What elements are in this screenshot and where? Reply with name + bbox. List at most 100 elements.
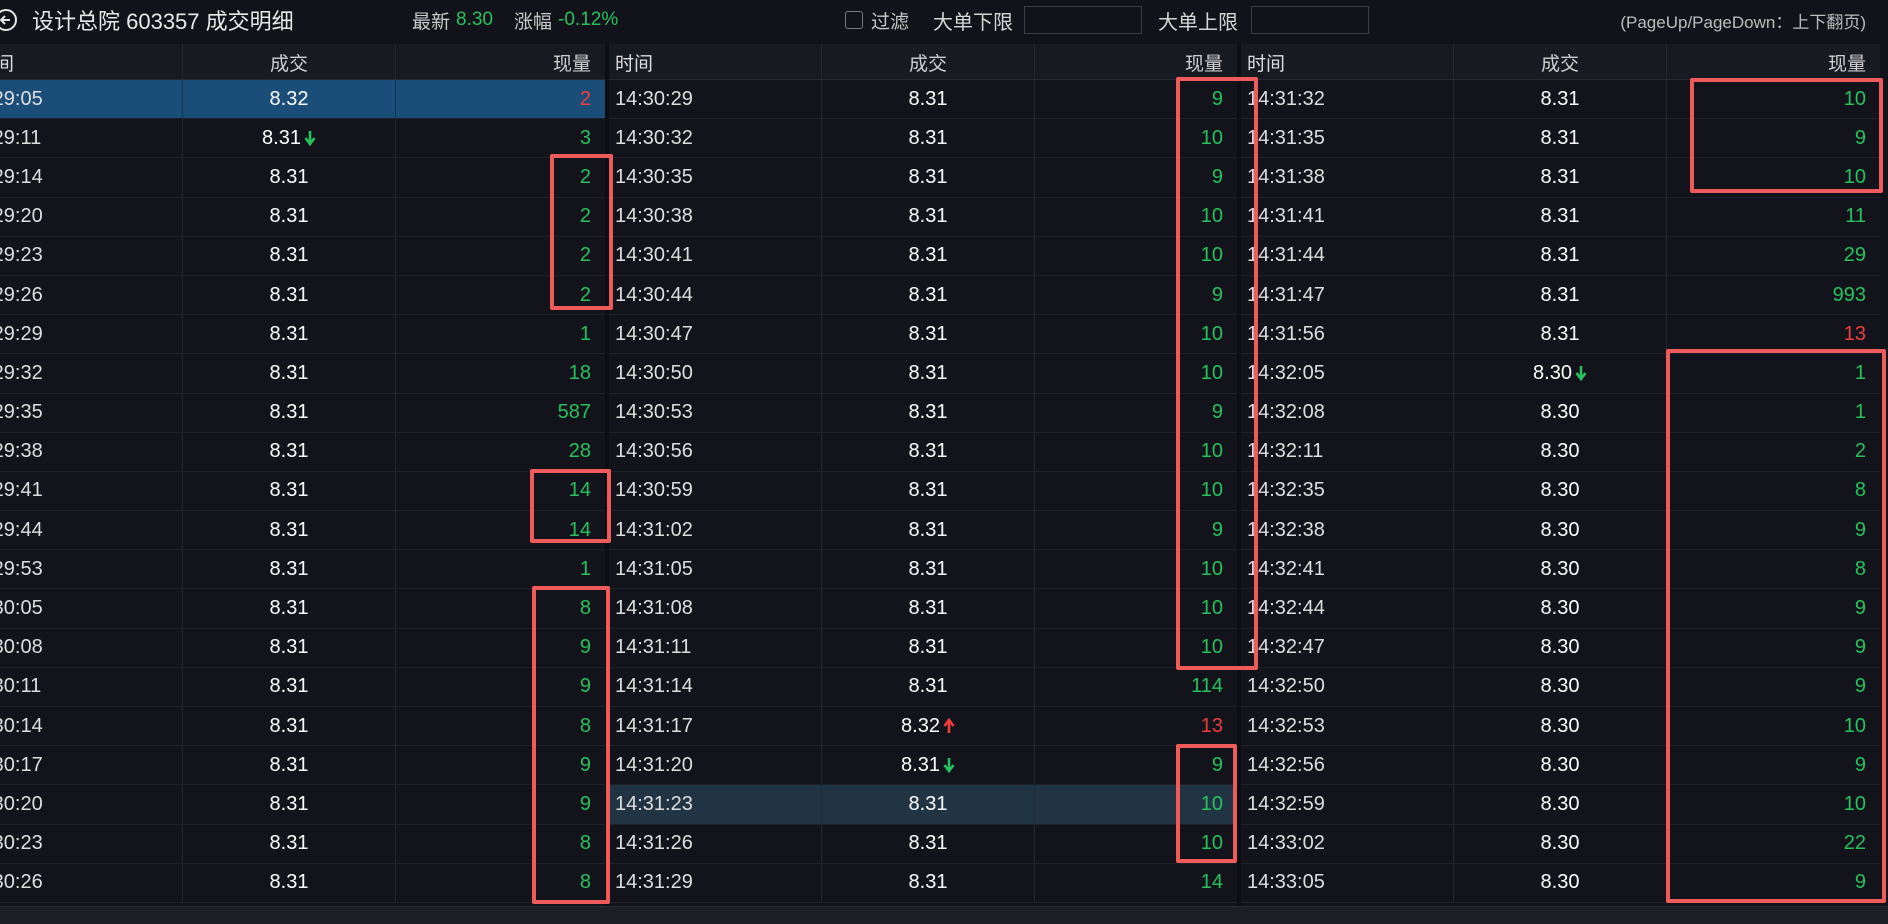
- trade-row[interactable]: 4:30:23 8.31 8: [0, 824, 605, 864]
- trade-row[interactable]: 14:30:41 8.31 10: [609, 236, 1237, 276]
- back-arrow-icon[interactable]: [0, 0, 20, 40]
- col-header-volume[interactable]: 现量: [1035, 44, 1237, 80]
- trade-volume: 10: [1200, 322, 1223, 345]
- trade-row[interactable]: 4:29:41 8.31 14: [0, 471, 605, 512]
- trade-row[interactable]: 14:31:08 8.31 10: [609, 589, 1237, 629]
- trade-row[interactable]: 14:31:35 8.31 9: [1241, 119, 1880, 159]
- trade-row[interactable]: 14:30:59 8.31 10: [609, 471, 1237, 512]
- trade-row[interactable]: 14:31:38 8.31 10: [1241, 158, 1880, 198]
- trade-row[interactable]: 14:30:47 8.31 10: [609, 315, 1237, 355]
- trade-row[interactable]: 14:31:11 8.31 10: [609, 628, 1237, 668]
- trade-row[interactable]: 14:31:23 8.31 10: [609, 785, 1237, 825]
- filter-toggle[interactable]: 过滤: [845, 0, 909, 40]
- trade-row[interactable]: 14:30:50 8.31 10: [609, 354, 1237, 394]
- trade-volume: 10: [1843, 87, 1866, 110]
- trade-row[interactable]: 14:31:56 8.31 13: [1241, 315, 1880, 355]
- trade-volume: 9: [1854, 871, 1866, 894]
- trade-price-value: 8.31: [908, 557, 948, 580]
- trade-row[interactable]: 4:29:23 8.31 2: [0, 236, 605, 276]
- col-header-volume[interactable]: 现量: [396, 44, 605, 80]
- trade-row[interactable]: 4:29:05 8.32 2: [0, 80, 605, 120]
- trade-row[interactable]: 4:29:38 8.31 28: [0, 432, 605, 472]
- trade-price: 8.31: [183, 315, 396, 354]
- col-header-time[interactable]: 时间: [1241, 44, 1454, 80]
- trade-row[interactable]: 4:29:29 8.31 1: [0, 315, 605, 355]
- trade-row[interactable]: 14:32:38 8.30 9: [1241, 511, 1880, 551]
- trade-volume: 9: [579, 753, 591, 776]
- trade-row[interactable]: 14:31:41 8.31 11: [1241, 197, 1880, 237]
- trade-row[interactable]: 4:30:20 8.31 9: [0, 785, 605, 825]
- trade-row[interactable]: 14:32:44 8.30 9: [1241, 589, 1880, 629]
- trade-row[interactable]: 4:30:17 8.31 9: [0, 746, 605, 786]
- trade-row[interactable]: 4:29:44 8.31 14: [0, 511, 605, 551]
- trade-volume: 2: [1854, 440, 1866, 463]
- trade-price: 8.31: [822, 824, 1035, 863]
- trade-time: 14:32:44: [1241, 589, 1454, 628]
- trade-price: 8.31: [822, 393, 1035, 432]
- trade-row[interactable]: 14:30:32 8.31 10: [609, 119, 1237, 159]
- trade-row[interactable]: 4:29:20 8.31 2: [0, 197, 605, 237]
- filter-checkbox[interactable]: [845, 11, 863, 29]
- col-header-price[interactable]: 成交: [183, 44, 396, 80]
- trade-row[interactable]: 14:32:41 8.30 8: [1241, 550, 1880, 590]
- trade-row[interactable]: 4:29:11 8.31 3: [0, 119, 605, 159]
- trade-row[interactable]: 14:32:05 8.30 1: [1241, 354, 1880, 394]
- trade-row[interactable]: 14:33:02 8.30 22: [1241, 824, 1880, 864]
- trade-row[interactable]: 14:30:44 8.31 9: [609, 275, 1237, 316]
- trade-price-value: 8.31: [908, 479, 948, 502]
- trade-row[interactable]: 4:29:26 8.31 2: [0, 275, 605, 316]
- trade-row[interactable]: 14:31:14 8.31 114: [609, 667, 1237, 707]
- trade-row[interactable]: 4:30:26 8.31 8: [0, 863, 605, 903]
- trade-row[interactable]: 14:30:35 8.31 9: [609, 158, 1237, 198]
- trade-row[interactable]: 14:31:05 8.31 10: [609, 550, 1237, 590]
- trade-row[interactable]: 4:30:11 8.31 9: [0, 667, 605, 707]
- trade-detail-window: 设计总院 603357 成交明细 最新 8.30 涨幅 -0.12% 过滤 大单…: [0, 0, 1888, 924]
- trade-row[interactable]: 14:32:35 8.30 8: [1241, 471, 1880, 512]
- trade-price-value: 8.31: [269, 753, 309, 776]
- trade-row[interactable]: 14:30:56 8.31 10: [609, 432, 1237, 472]
- trade-row[interactable]: 4:30:08 8.31 9: [0, 628, 605, 668]
- trade-row[interactable]: 14:32:50 8.30 9: [1241, 667, 1880, 707]
- trade-row[interactable]: 14:31:17 8.32 13: [609, 707, 1237, 747]
- col-header-price[interactable]: 成交: [1454, 44, 1667, 80]
- trade-row[interactable]: 4:30:05 8.31 8: [0, 589, 605, 629]
- trade-row[interactable]: 14:31:20 8.31 9: [609, 746, 1237, 786]
- trade-row[interactable]: 4:29:14 8.31 2: [0, 158, 605, 198]
- trade-price-value: 8.31: [269, 401, 309, 424]
- big-order-upper-input[interactable]: [1251, 6, 1369, 34]
- trade-price: 8.31: [822, 236, 1035, 275]
- trade-row[interactable]: 4:30:14 8.31 8: [0, 707, 605, 747]
- trade-row[interactable]: 4:29:32 8.31 18: [0, 354, 605, 394]
- trade-row[interactable]: 14:30:53 8.31 9: [609, 393, 1237, 433]
- col-header-volume[interactable]: 现量: [1667, 44, 1880, 80]
- trade-price-value: 8.31: [908, 597, 948, 620]
- trade-price-value: 8.31: [908, 636, 948, 659]
- trade-row[interactable]: 14:31:29 8.31 14: [609, 863, 1237, 903]
- trade-row[interactable]: 14:32:47 8.30 9: [1241, 628, 1880, 668]
- trade-row[interactable]: 14:32:11 8.30 2: [1241, 432, 1880, 472]
- trade-row[interactable]: 14:32:59 8.30 10: [1241, 785, 1880, 825]
- trade-time: 4:29:05: [0, 80, 183, 119]
- trade-row[interactable]: 14:30:29 8.31 9: [609, 80, 1237, 120]
- trade-row[interactable]: 14:32:08 8.30 1: [1241, 393, 1880, 433]
- trade-row[interactable]: 4:29:35 8.31 587: [0, 393, 605, 433]
- trade-row[interactable]: 14:31:44 8.31 29: [1241, 236, 1880, 276]
- col-header-price[interactable]: 成交: [822, 44, 1035, 80]
- trade-row[interactable]: 14:31:32 8.31 10: [1241, 80, 1880, 120]
- col-header-time[interactable]: 时间: [609, 44, 822, 80]
- trade-price: 8.31: [822, 863, 1035, 902]
- trade-row[interactable]: 14:31:47 8.31 993: [1241, 275, 1880, 316]
- trade-row[interactable]: 14:32:56 8.30 9: [1241, 746, 1880, 786]
- trade-row[interactable]: 14:33:05 8.30 9: [1241, 863, 1880, 903]
- trade-row[interactable]: 14:32:53 8.30 10: [1241, 707, 1880, 747]
- trade-volume: 10: [1843, 714, 1866, 737]
- trade-volume: 14: [568, 518, 591, 541]
- trade-price: 8.30: [1454, 471, 1667, 511]
- trade-row[interactable]: 4:29:53 8.31 1: [0, 550, 605, 590]
- trade-row[interactable]: 14:30:38 8.31 10: [609, 197, 1237, 237]
- big-order-lower-input[interactable]: [1024, 6, 1142, 34]
- trade-row[interactable]: 14:31:26 8.31 10: [609, 824, 1237, 864]
- trade-row[interactable]: 14:31:02 8.31 9: [609, 511, 1237, 551]
- trade-time: 4:29:53: [0, 550, 183, 589]
- col-header-time[interactable]: 时间: [0, 44, 183, 80]
